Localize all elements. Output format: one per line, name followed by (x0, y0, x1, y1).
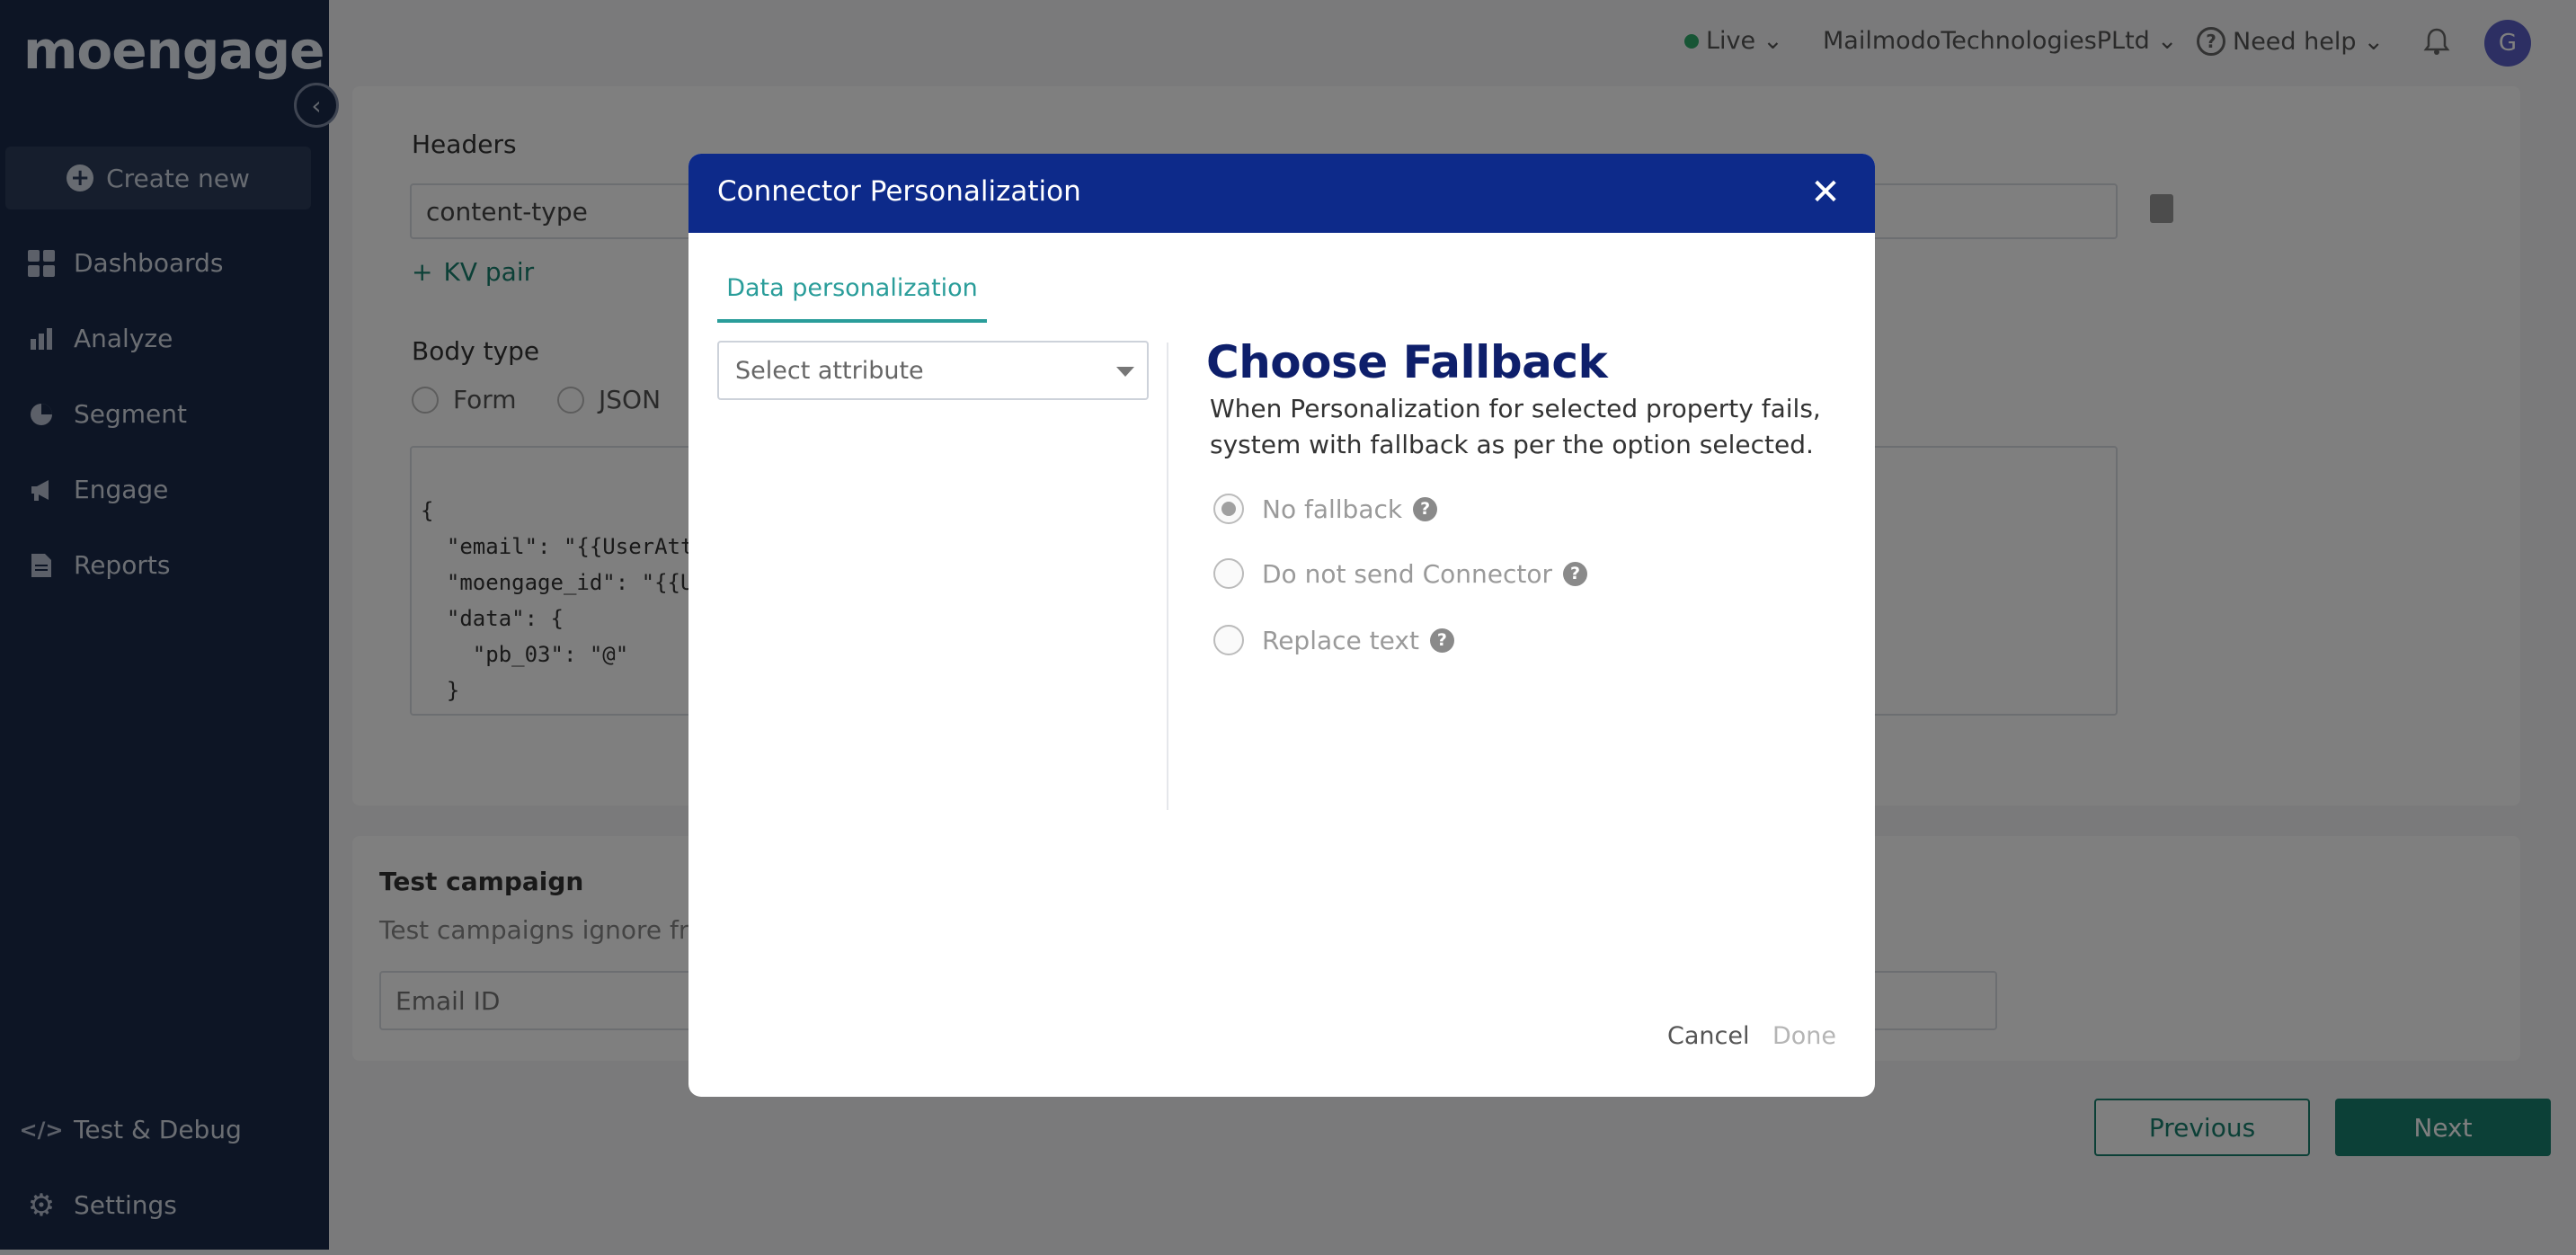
help-icon[interactable]: ? (1429, 628, 1454, 653)
radio-circle (1213, 625, 1244, 655)
modal-title: Connector Personalization (717, 175, 1081, 208)
close-icon: ✕ (1810, 172, 1841, 213)
option-do-not-send-connector[interactable]: Do not send Connector ? (1213, 558, 1587, 589)
close-button[interactable]: ✕ (1803, 170, 1848, 215)
option-label: No fallback (1262, 494, 1403, 524)
radio-circle-selected (1213, 494, 1244, 524)
tab-label: Data personalization (726, 274, 978, 302)
radio-circle (1213, 558, 1244, 589)
choose-fallback-description: When Personalization for selected proper… (1210, 394, 1821, 459)
option-label: Replace text (1262, 625, 1419, 655)
select-attribute-dropdown[interactable]: Select attribute (717, 341, 1149, 400)
connector-personalization-modal: Connector Personalization ✕ Data persona… (688, 154, 1875, 1097)
caret-down-icon (1116, 367, 1134, 377)
vertical-divider (1167, 343, 1168, 810)
option-no-fallback[interactable]: No fallback ? (1213, 494, 1438, 524)
help-icon[interactable]: ? (1563, 561, 1587, 586)
modal-header: Connector Personalization ✕ (688, 154, 1875, 233)
help-icon[interactable]: ? (1413, 496, 1438, 521)
tab-data-personalization[interactable]: Data personalization (717, 271, 987, 323)
option-replace-text[interactable]: Replace text ? (1213, 625, 1454, 655)
select-placeholder: Select attribute (735, 356, 924, 385)
option-label: Do not send Connector (1262, 558, 1552, 589)
cancel-button[interactable]: Cancel (1667, 1022, 1749, 1050)
choose-fallback-title: Choose Fallback (1206, 336, 1608, 388)
done-button[interactable]: Done (1772, 1022, 1836, 1050)
